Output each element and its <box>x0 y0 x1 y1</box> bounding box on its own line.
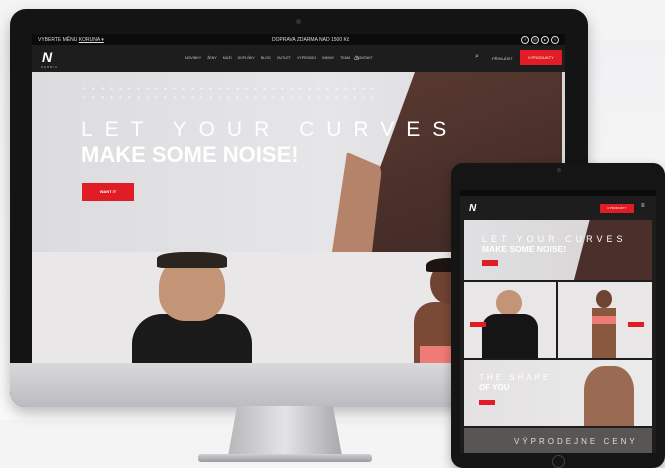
currency-selector[interactable]: VYBERTE MĚNU KORUNA ▾ <box>38 37 104 43</box>
ipad-sale-banner: VÝPRODEJNE CENY <box>464 428 652 453</box>
ipad-camera <box>557 168 561 172</box>
hero-headline-light: LET YOUR CURVES <box>81 118 459 141</box>
nav-item[interactable]: DOPLŇKY <box>238 56 255 60</box>
ipad-home-button <box>552 455 565 468</box>
sale-headline: VÝPRODEJNE CENY <box>514 437 638 446</box>
dot-pattern <box>80 84 380 104</box>
tile-model-body <box>482 314 538 358</box>
facebook-icon[interactable]: f <box>521 36 529 44</box>
nav-item[interactable]: BIKINY <box>322 56 334 60</box>
brand-name: NEBBIA <box>41 65 59 69</box>
shape-headline-bold: OF YOU <box>479 383 510 392</box>
shape-headline-light: THE SHAPE <box>479 373 552 382</box>
ipad-brand-logo[interactable]: N <box>469 203 476 214</box>
male-model-photo <box>132 314 252 363</box>
home-icon[interactable]: ⌂ <box>354 53 359 62</box>
site-topbar: VYBERTE MĚNU KORUNA ▾ DOPRAVA ZDARMA NAD… <box>32 34 565 45</box>
ipad-website-screen: N 0 PRODUKTY ≡ LET YOUR CURVES MAKE SOME… <box>460 190 656 453</box>
ipad-tile-women[interactable] <box>558 282 652 358</box>
ipad-model-photo <box>574 220 652 280</box>
ipad-tile-men[interactable] <box>464 282 556 358</box>
site-header: N NEBBIA NOVINKY ŽENY MUŽI DOPLŇKY BLOG … <box>32 45 565 72</box>
cart-button[interactable]: 0 PRODUKTY <box>520 50 562 65</box>
nav-item[interactable]: NOVINKY <box>185 56 201 60</box>
tile-button[interactable] <box>628 322 644 327</box>
nav-item[interactable]: OUTLET <box>277 56 291 60</box>
nav-item[interactable]: ŽENY <box>207 56 217 60</box>
twitter-icon[interactable]: t <box>551 36 559 44</box>
ipad-hero: LET YOUR CURVES MAKE SOME NOISE! <box>464 220 652 280</box>
tile-model-head <box>496 290 522 316</box>
ipad-hero-headline-light: LET YOUR CURVES <box>482 234 627 244</box>
ipad-shape-section: THE SHAPE OF YOU <box>464 360 652 426</box>
ipad-cart-button[interactable]: 0 PRODUKTY <box>600 204 634 213</box>
shipping-banner: DOPRAVA ZDARMA NAD 1500 Kč <box>272 37 350 43</box>
nav-item[interactable]: VÝPRODEJ <box>297 56 316 60</box>
camera <box>296 19 301 24</box>
main-nav: NOVINKY ŽENY MUŽI DOPLŇKY BLOG OUTLET VÝ… <box>185 56 373 60</box>
nav-item[interactable]: BLOG <box>261 56 271 60</box>
shape-model-photo <box>584 366 634 426</box>
ipad-header: N 0 PRODUKTY ≡ <box>460 196 656 220</box>
nav-item[interactable]: TEAM <box>340 56 350 60</box>
nav-item[interactable]: MUŽI <box>223 56 232 60</box>
social-links: f ◎ ▸ t <box>521 36 559 44</box>
youtube-icon[interactable]: ▸ <box>541 36 549 44</box>
shape-button[interactable] <box>479 400 495 405</box>
imac-stand-base <box>198 454 372 462</box>
instagram-icon[interactable]: ◎ <box>531 36 539 44</box>
male-model-hair <box>157 252 227 268</box>
brand-logo[interactable]: N <box>42 49 52 65</box>
ipad-mockup: N 0 PRODUKTY ≡ LET YOUR CURVES MAKE SOME… <box>451 163 665 468</box>
want-it-button[interactable]: WANT IT <box>82 183 134 201</box>
login-link[interactable]: PŘIHLÁSIT <box>492 56 513 61</box>
imac-stand <box>228 406 342 456</box>
menu-icon[interactable]: ≡ <box>641 203 645 209</box>
ipad-hero-button[interactable] <box>482 260 498 266</box>
tile-model-head <box>596 290 612 308</box>
tile-button[interactable] <box>470 322 486 327</box>
search-icon[interactable]: ⌕ <box>475 53 479 61</box>
tile-model-top <box>592 316 616 324</box>
hero-headline-bold: MAKE SOME NOISE! <box>81 142 299 167</box>
ipad-hero-headline-bold: MAKE SOME NOISE! <box>482 244 567 254</box>
